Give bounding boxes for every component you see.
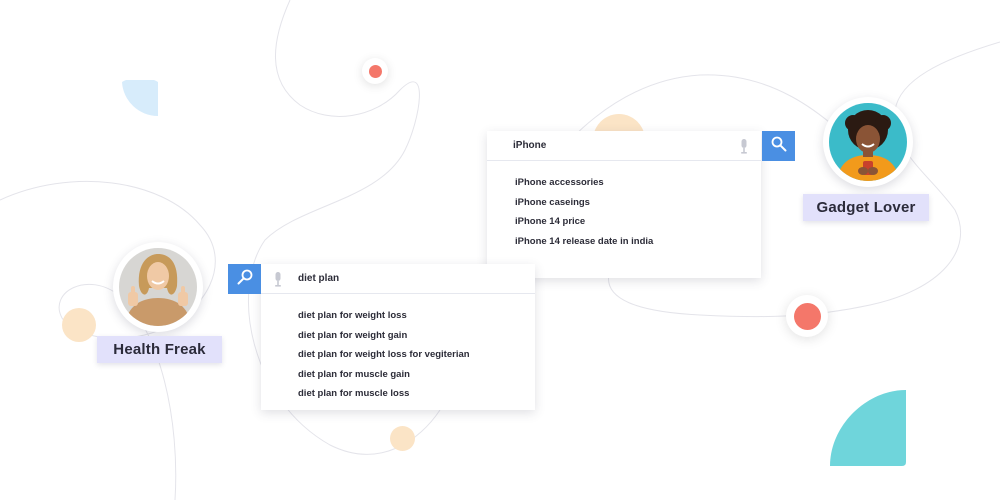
man-with-phone-icon	[829, 103, 907, 181]
woman-thumbs-up-icon	[119, 248, 197, 326]
iphone-search-card: iPhone iPhone accessories iPhone caseing…	[487, 131, 761, 278]
diet-suggestion-list: diet plan for weight loss diet plan for …	[261, 294, 535, 404]
beige-dot-left	[62, 308, 96, 342]
microphone-icon[interactable]	[274, 272, 282, 287]
suggestion-item[interactable]: iPhone 14 release date in india	[515, 232, 761, 252]
suggestion-item[interactable]: iPhone 14 price	[515, 212, 761, 232]
suggestion-item[interactable]: iPhone accessories	[515, 173, 761, 193]
suggestion-item[interactable]: diet plan for muscle loss	[298, 384, 535, 404]
iphone-search-query: iPhone	[513, 140, 547, 151]
teal-quarter-shape	[830, 390, 906, 466]
gadget-lover-tag: Gadget Lover	[803, 194, 929, 221]
coral-dot-large	[786, 295, 828, 337]
health-freak-tag: Health Freak	[97, 336, 222, 363]
magnifier-icon	[237, 269, 253, 290]
suggestion-item[interactable]: iPhone caseings	[515, 193, 761, 213]
suggestion-item[interactable]: diet plan for weight gain	[298, 326, 535, 346]
iphone-search-bar[interactable]: iPhone	[487, 131, 761, 161]
health-freak-avatar	[113, 242, 203, 332]
coral-dot	[362, 58, 388, 84]
suggestion-item[interactable]: diet plan for muscle gain	[298, 365, 535, 385]
iphone-suggestion-list: iPhone accessories iPhone caseings iPhon…	[487, 161, 761, 251]
diet-search-bar[interactable]: diet plan	[261, 264, 535, 294]
microphone-icon[interactable]	[740, 139, 748, 154]
gadget-lover-avatar	[823, 97, 913, 187]
light-blue-quarter-circle	[122, 80, 158, 117]
suggestion-item[interactable]: diet plan for weight loss	[298, 306, 535, 326]
diet-search-query: diet plan	[298, 273, 340, 284]
suggestion-item[interactable]: diet plan for weight loss for vegiterian	[298, 345, 535, 365]
magnifier-icon	[771, 136, 787, 157]
search-button[interactable]	[228, 264, 261, 294]
beige-dot-bottom	[390, 426, 415, 451]
search-button[interactable]	[762, 131, 795, 161]
diet-search-card: diet plan diet plan for weight loss diet…	[261, 264, 535, 410]
